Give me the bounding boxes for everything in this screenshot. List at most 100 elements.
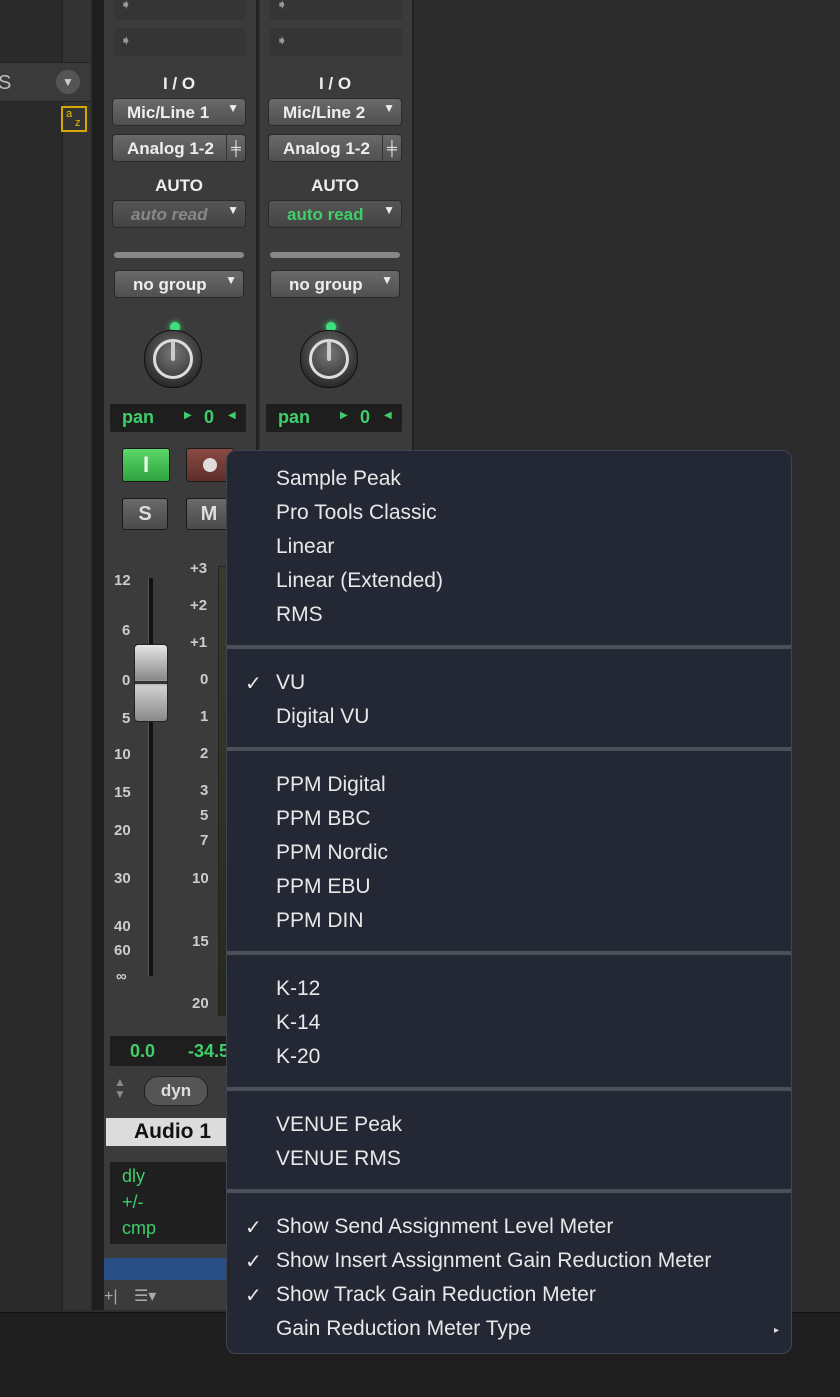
menu-icon[interactable]: ☰▾ <box>134 1288 156 1305</box>
chevron-down-icon: ▼ <box>381 273 393 287</box>
fader-scale-label: 40 <box>114 918 131 935</box>
sort-az-icon[interactable]: a z <box>61 106 87 132</box>
fader-scale-label: ∞ <box>116 968 127 985</box>
menu-separator <box>227 1189 791 1193</box>
chevron-down-icon: ▼ <box>225 273 237 287</box>
fader-scale-label: 60 <box>114 942 131 959</box>
triangle-right-icon: ▶ <box>340 410 348 421</box>
meter-scale-label: 1 <box>200 708 209 725</box>
strip-bottom-tools: +| ☰▾ <box>104 1286 156 1306</box>
checkmark-icon: ✓ <box>245 1251 262 1273</box>
checkmark-icon: ✓ <box>245 1217 262 1239</box>
menu-item-ppm-digital[interactable]: PPM Digital <box>276 773 386 797</box>
header-letter: S <box>0 72 12 94</box>
narrow-icon[interactable]: +| <box>104 1288 118 1305</box>
group-bar <box>114 252 244 258</box>
track-list-header: S ▼ <box>0 62 90 102</box>
menu-item-linear[interactable]: Linear <box>276 535 334 559</box>
delay-label: dly <box>122 1166 146 1186</box>
output-selector[interactable]: Analog 1-2 ╪ <box>112 134 246 162</box>
fader-icon: ╪ <box>382 135 401 161</box>
io-label: I / O <box>162 74 196 93</box>
menu-item-k-12[interactable]: K-12 <box>276 977 320 1001</box>
volume-display[interactable]: 0.0 -34.5 <box>110 1036 240 1066</box>
meter-type-menu: Sample Peak Pro Tools Classic Linear Lin… <box>226 450 792 1354</box>
meter-scale-label: 15 <box>192 933 209 950</box>
insert-slot[interactable]: ➧ <box>114 0 246 20</box>
menu-item-pro-tools-classic[interactable]: Pro Tools Classic <box>276 501 437 525</box>
menu-separator <box>227 747 791 751</box>
auto-label: AUTO <box>155 176 203 195</box>
output-selector[interactable]: Analog 1-2 ╪ <box>268 134 402 162</box>
meter-scale-label: 5 <box>200 807 209 824</box>
io-label: I / O <box>318 74 352 93</box>
menu-item-k-14[interactable]: K-14 <box>276 1011 320 1035</box>
menu-separator <box>227 1087 791 1091</box>
automation-mode-selector[interactable]: auto read ▼ <box>112 200 246 228</box>
auto-label: AUTO <box>311 176 359 195</box>
chevron-down-icon: ▼ <box>383 101 395 115</box>
menu-item-show-insert-assignment-gain-reduction-meter[interactable]: Show Insert Assignment Gain Reduction Me… <box>276 1249 711 1273</box>
menu-separator <box>227 951 791 955</box>
fader-scale-label: 12 <box>114 572 131 589</box>
dyn-button[interactable]: dyn <box>144 1076 208 1106</box>
record-icon <box>203 458 217 472</box>
insert-slot[interactable]: ➧ <box>270 28 402 56</box>
fader-icon: ╪ <box>226 135 245 161</box>
chevron-down-icon: ▼ <box>227 101 239 115</box>
meter-scale-label: +1 <box>190 634 208 651</box>
menu-item-k-20[interactable]: K-20 <box>276 1045 320 1069</box>
insert-slot[interactable]: ➧ <box>270 0 402 20</box>
fader-scale-label: 0 <box>122 672 131 689</box>
menu-item-show-track-gain-reduction-meter[interactable]: Show Track Gain Reduction Meter <box>276 1283 596 1307</box>
pan-display[interactable]: pan ▶ 0 ◀ <box>110 404 246 432</box>
menu-item-venue-peak[interactable]: VENUE Peak <box>276 1113 402 1137</box>
track-list-column <box>62 0 91 1310</box>
meter-scale-label: 20 <box>192 995 209 1012</box>
triangle-left-icon: ◀ <box>228 410 236 421</box>
fader-scale-label: 6 <box>122 622 131 639</box>
panel-divider[interactable] <box>92 0 104 1310</box>
menu-item-gain-reduction-meter-type[interactable]: Gain Reduction Meter Type <box>276 1317 531 1341</box>
group-selector[interactable]: no group ▼ <box>270 270 400 298</box>
input-monitor-button[interactable]: I <box>122 448 170 482</box>
meter-scale-label: 0 <box>200 671 209 688</box>
menu-item-venue-rms[interactable]: VENUE RMS <box>276 1147 401 1171</box>
menu-item-ppm-ebu[interactable]: PPM EBU <box>276 875 371 899</box>
chevron-down-icon[interactable]: ▼ <box>56 70 80 94</box>
volume-fader[interactable] <box>134 644 168 722</box>
fader-scale-label: 10 <box>114 746 131 763</box>
menu-item-digital-vu[interactable]: Digital VU <box>276 705 369 729</box>
group-bar <box>270 252 400 258</box>
meter-scale-label: 2 <box>200 745 209 762</box>
pan-display[interactable]: pan ▶ 0 ◀ <box>266 404 402 432</box>
input-selector[interactable]: Mic/Line 1 ▼ <box>112 98 246 126</box>
checkmark-icon: ✓ <box>245 1285 262 1307</box>
menu-item-vu[interactable]: VU <box>276 671 305 695</box>
pan-knob[interactable] <box>300 330 358 388</box>
input-selector[interactable]: Mic/Line 2 ▼ <box>268 98 402 126</box>
insert-slot[interactable]: ➧ <box>114 28 246 56</box>
automation-mode-selector[interactable]: auto read ▼ <box>268 200 402 228</box>
solo-button[interactable]: S <box>122 498 168 530</box>
fader-scale-label: 30 <box>114 870 131 887</box>
compensation-label: cmp <box>122 1218 157 1238</box>
triangle-left-icon: ◀ <box>384 410 392 421</box>
up-down-arrows-icon[interactable]: ▲ ▼ <box>114 1076 126 1100</box>
menu-item-rms[interactable]: RMS <box>276 603 323 627</box>
group-selector[interactable]: no group ▼ <box>114 270 244 298</box>
menu-item-ppm-din[interactable]: PPM DIN <box>276 909 364 933</box>
track-list-panel: S ▼ a z <box>0 0 91 1310</box>
pan-knob[interactable] <box>144 330 202 388</box>
menu-item-linear-extended[interactable]: Linear (Extended) <box>276 569 443 593</box>
checkmark-icon: ✓ <box>245 673 262 695</box>
menu-item-show-send-assignment-level-meter[interactable]: Show Send Assignment Level Meter <box>276 1215 613 1239</box>
meter-scale-label: 7 <box>200 832 209 849</box>
track-name[interactable]: Audio 1 <box>106 1118 246 1146</box>
menu-item-ppm-nordic[interactable]: PPM Nordic <box>276 841 388 865</box>
meter-scale-label: +2 <box>190 597 208 614</box>
menu-item-ppm-bbc[interactable]: PPM BBC <box>276 807 371 831</box>
menu-item-sample-peak[interactable]: Sample Peak <box>276 467 401 491</box>
fader-scale-label: 5 <box>122 710 131 727</box>
fader-track <box>148 578 153 976</box>
